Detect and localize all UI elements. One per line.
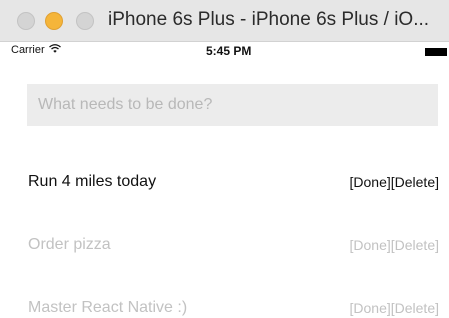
simulator-window: iPhone 6s Plus - iPhone 6s Plus / iO... … (0, 0, 449, 318)
carrier-indicator: Carrier (11, 44, 61, 56)
carrier-label: Carrier (11, 44, 45, 56)
new-todo-input[interactable] (27, 84, 438, 126)
close-window-button[interactable] (17, 12, 35, 30)
todo-actions: [Done][Delete] (350, 300, 440, 316)
delete-button[interactable]: [Delete] (391, 174, 439, 190)
done-button[interactable]: [Done] (350, 237, 391, 253)
status-time: 5:45 PM (206, 44, 252, 58)
delete-button[interactable]: [Delete] (391, 300, 439, 316)
done-button[interactable]: [Done] (350, 300, 391, 316)
ios-status-bar: Carrier 5:45 PM (0, 42, 449, 62)
todo-actions: [Done][Delete] (350, 237, 440, 253)
window-title: iPhone 6s Plus - iPhone 6s Plus / iO... (108, 9, 430, 30)
todo-actions: [Done][Delete] (350, 174, 440, 190)
minimize-window-button[interactable] (45, 12, 63, 30)
todo-text: Order pizza (28, 236, 111, 253)
window-title-bar: iPhone 6s Plus - iPhone 6s Plus / iO... (0, 0, 449, 42)
todo-item: Order pizza [Done][Delete] (28, 233, 439, 257)
todo-text: Run 4 miles today (28, 173, 157, 190)
todo-item: Master React Native :) [Done][Delete] (28, 296, 439, 318)
wifi-icon (48, 44, 61, 56)
zoom-window-button[interactable] (76, 12, 94, 30)
done-button[interactable]: [Done] (350, 174, 391, 190)
delete-button[interactable]: [Delete] (391, 237, 439, 253)
battery-icon (425, 48, 447, 56)
todo-text: Master React Native :) (28, 299, 188, 316)
todo-item: Run 4 miles today [Done][Delete] (28, 170, 439, 194)
